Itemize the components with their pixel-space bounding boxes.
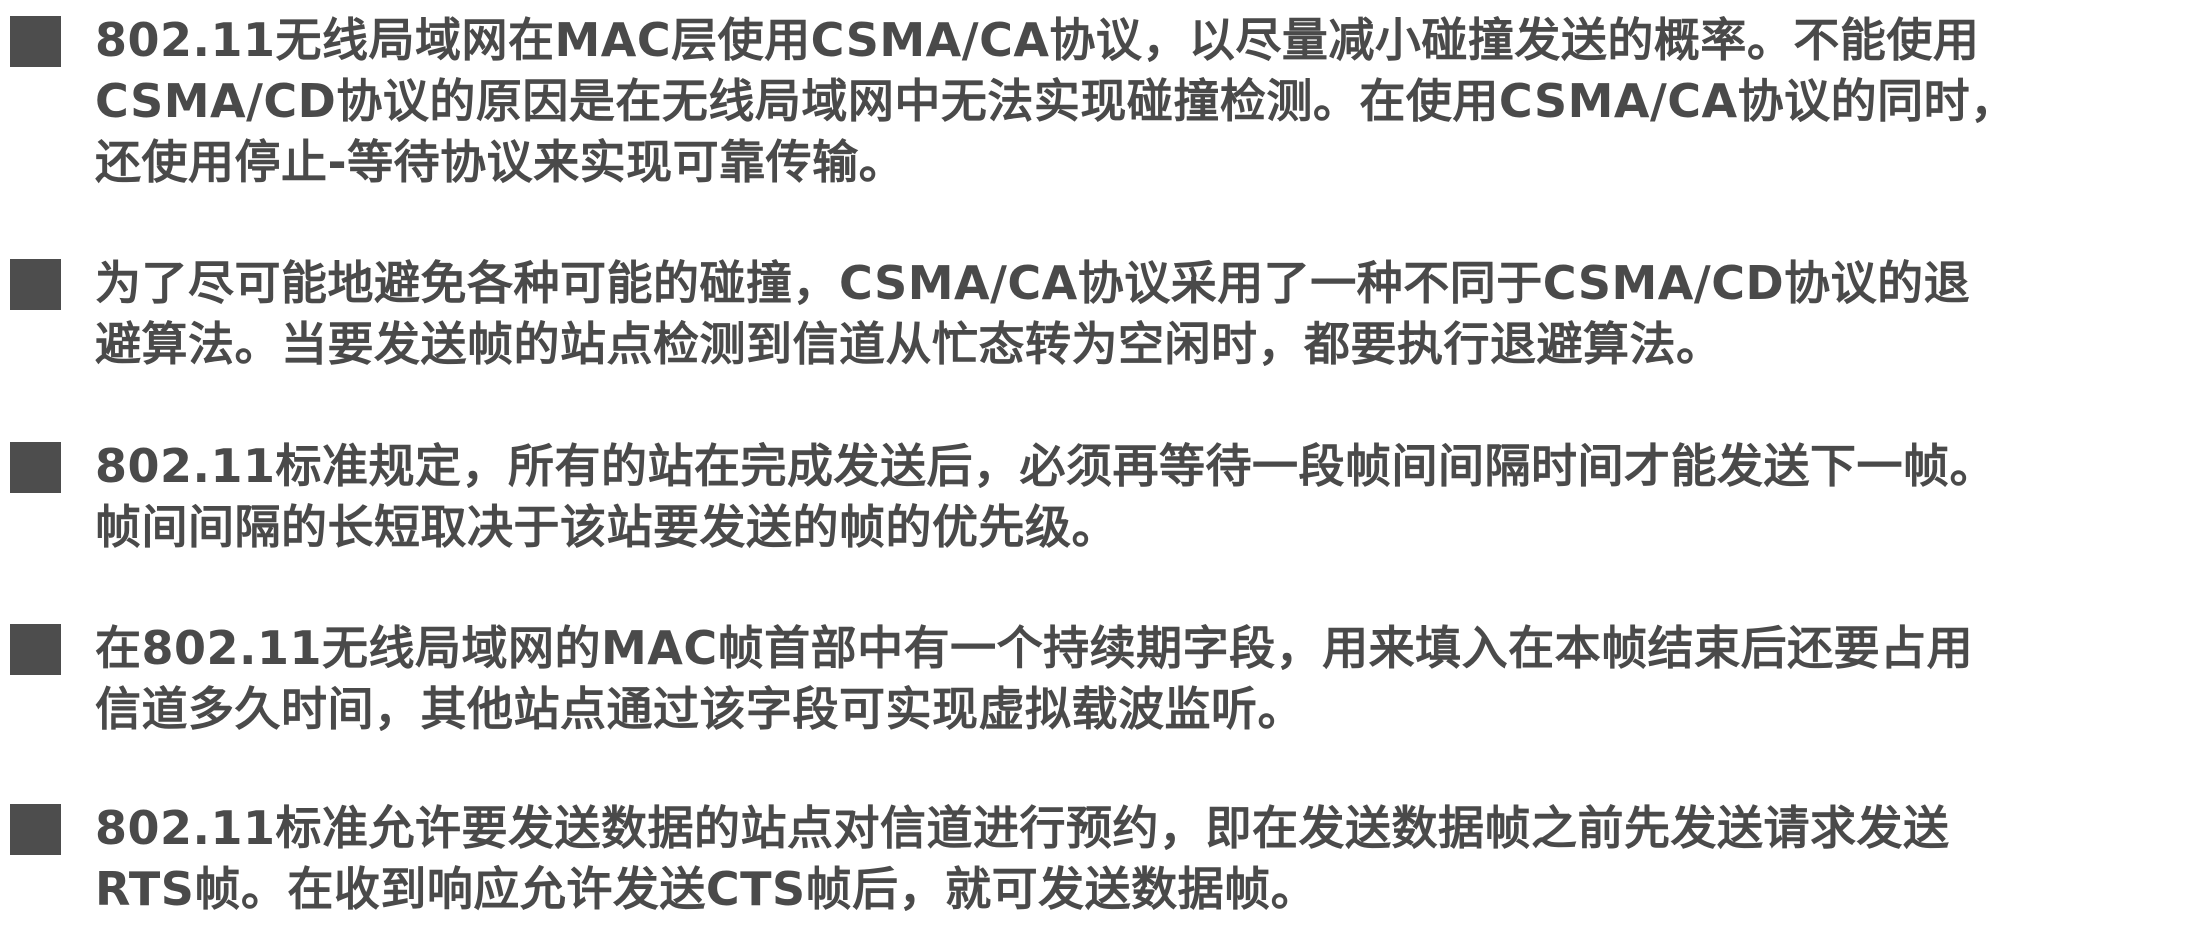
- text-line: 帧间间隔的长短取决于该站要发送的帧的优先级。: [95, 500, 1118, 554]
- square-bullet-icon: [10, 16, 61, 67]
- text-line: 802.11标准允许要发送数据的站点对信道进行预约，即在发送数据帧之前先发送请求…: [95, 801, 1950, 855]
- text-line: 802.11标准规定，所有的站在完成发送后，必须再等待一段帧间间隔时间才能发送下…: [95, 439, 1997, 493]
- square-bullet-icon: [10, 259, 61, 310]
- bullet-text: 在802.11无线局域网的MAC帧首部中有一个持续期字段，用来填入在本帧结束后还…: [95, 618, 2155, 740]
- text-line: 信道多久时间，其他站点通过该字段可实现虚拟载波监听。: [95, 682, 1304, 736]
- text-line: RTS帧。在收到响应允许发送CTS帧后，就可发送数据帧。: [95, 862, 1318, 916]
- square-bullet-icon: [10, 442, 61, 493]
- text-line: 为了尽可能地避免各种可能的碰撞，CSMA/CA协议采用了一种不同于CSMA/CD…: [95, 256, 1971, 310]
- square-bullet-icon: [10, 624, 61, 675]
- bullet-text: 802.11无线局域网在MAC层使用CSMA/CA协议，以尽量减小碰撞发送的概率…: [95, 10, 2155, 193]
- bullet-text: 802.11标准允许要发送数据的站点对信道进行预约，即在发送数据帧之前先发送请求…: [95, 798, 2155, 920]
- text-line: 避算法。当要发送帧的站点检测到信道从忙态转为空闲时，都要执行退避算法。: [95, 317, 1723, 371]
- text-line: CSMA/CD协议的原因是在无线局域网中无法实现碰撞检测。在使用CSMA/CA协…: [95, 74, 2017, 128]
- slide-content: 802.11无线局域网在MAC层使用CSMA/CA协议，以尽量减小碰撞发送的概率…: [0, 0, 2190, 926]
- square-bullet-icon: [10, 804, 61, 855]
- text-line: 还使用停止-等待协议来实现可靠传输。: [95, 135, 906, 189]
- bullet-text: 为了尽可能地避免各种可能的碰撞，CSMA/CA协议采用了一种不同于CSMA/CD…: [95, 253, 2155, 375]
- text-line: 在802.11无线局域网的MAC帧首部中有一个持续期字段，用来填入在本帧结束后还…: [95, 621, 1974, 675]
- text-line: 802.11无线局域网在MAC层使用CSMA/CA协议，以尽量减小碰撞发送的概率…: [95, 13, 1980, 67]
- bullet-text: 802.11标准规定，所有的站在完成发送后，必须再等待一段帧间间隔时间才能发送下…: [95, 436, 2155, 558]
